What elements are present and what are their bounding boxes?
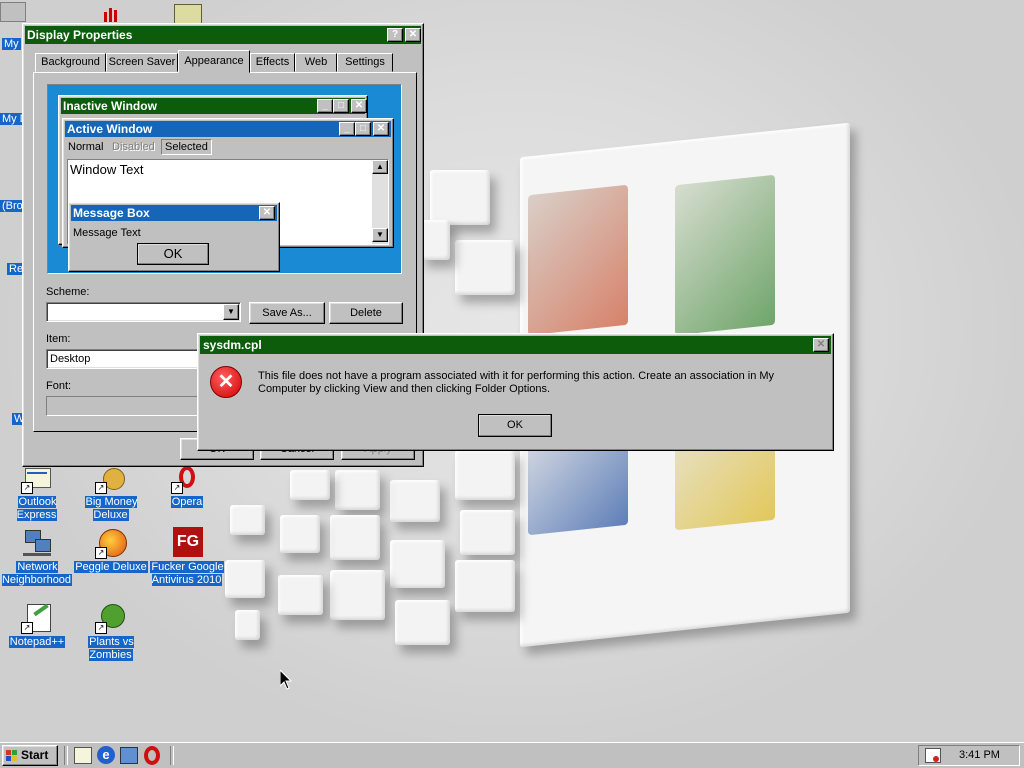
pvz-shortcut[interactable]: ↗ Plants vs Zombies xyxy=(74,602,148,662)
font-select[interactable] xyxy=(46,396,206,416)
display-properties-titlebar[interactable]: Display Properties ? ✕ xyxy=(25,26,421,44)
preview-active-minimize-icon: _ xyxy=(339,122,355,136)
error-ok-button[interactable]: OK xyxy=(478,414,552,437)
scheme-select[interactable]: ▼ xyxy=(46,302,241,322)
tab-web[interactable]: Web xyxy=(295,53,337,72)
scroll-up-icon: ▲ xyxy=(372,160,388,174)
preview-menu-normal: Normal xyxy=(68,141,104,153)
preview-scrollbar: ▲ ▼ xyxy=(372,160,388,244)
clock[interactable]: 3:41 PM xyxy=(959,749,1000,761)
opera-label: Opera xyxy=(170,496,204,508)
error-dialog: sysdm.cpl ✕ ✕ This file does not have a … xyxy=(197,333,834,451)
mouse-cursor-icon xyxy=(280,670,292,690)
start-button[interactable]: Start xyxy=(2,745,58,766)
scroll-down-icon: ▼ xyxy=(372,228,388,242)
scheme-dropdown-icon[interactable]: ▼ xyxy=(223,304,239,320)
outlook-express-label: Outlook Express xyxy=(16,496,58,521)
error-icon: ✕ xyxy=(210,366,242,398)
preview-window-text: Window Text xyxy=(70,162,144,177)
preview-msgbox-title: Message Box xyxy=(73,206,150,220)
windows-logo-icon xyxy=(6,750,18,761)
taskbar-divider-2 xyxy=(170,746,174,765)
scheduler-tray-icon[interactable] xyxy=(925,748,941,763)
antivirus-icon: FG xyxy=(171,527,203,559)
preview-maximize-icon: □ xyxy=(333,99,349,113)
preview-inactive-titlebar: Inactive Window _ □ ✕ xyxy=(61,98,367,114)
preview-active-titlebar: Active Window _ □ ✕ xyxy=(65,121,391,137)
tab-effects[interactable]: Effects xyxy=(250,53,295,72)
notepad-icon: ↗ xyxy=(21,602,53,634)
error-message: This file does not have a program associ… xyxy=(258,370,775,395)
antivirus-label: Fucker Google Antivirus 2010 xyxy=(150,561,224,586)
big-money-shortcut[interactable]: ↗ Big Money Deluxe xyxy=(74,462,148,522)
taskbar: Start e 3:41 PM xyxy=(0,742,1024,768)
outlook-express-icon[interactable] xyxy=(74,747,92,764)
help-button[interactable]: ? xyxy=(387,28,403,42)
top-icon-chart[interactable] xyxy=(100,4,126,22)
preview-active-maximize-icon: □ xyxy=(355,122,371,136)
big-money-label: Big Money Deluxe xyxy=(84,496,138,521)
item-value: Desktop xyxy=(50,353,91,365)
item-select[interactable]: Desktop xyxy=(46,349,206,369)
tab-settings[interactable]: Settings xyxy=(337,53,393,72)
outlook-express-shortcut[interactable]: ↗ Outlook Express xyxy=(0,462,74,522)
error-dialog-titlebar[interactable]: sysdm.cpl ✕ xyxy=(200,336,831,354)
error-dialog-close-button[interactable]: ✕ xyxy=(813,338,829,352)
preview-close-icon: ✕ xyxy=(351,99,367,113)
taskbar-divider xyxy=(64,746,68,765)
preview-msgbox-text: Message Text xyxy=(73,227,141,239)
preview-msgbox-titlebar: Message Box ✕ xyxy=(71,205,277,221)
preview-active-close-icon: ✕ xyxy=(373,122,389,136)
font-label: Font: xyxy=(46,380,72,392)
network-neighborhood-shortcut[interactable]: Network Neighborhood xyxy=(0,527,74,587)
preview-menu-disabled: Disabled xyxy=(112,141,155,153)
left-label-0[interactable]: My xyxy=(2,38,21,50)
start-label: Start xyxy=(21,748,49,762)
notepad-shortcut[interactable]: ↗ Notepad++ xyxy=(0,602,74,649)
preview-menu-selected: Selected xyxy=(161,139,212,155)
pvz-icon: ↗ xyxy=(95,602,127,634)
item-label: Item: xyxy=(46,333,71,345)
preview-inactive-title: Inactive Window xyxy=(63,99,157,113)
my-computer-icon[interactable] xyxy=(0,2,26,22)
show-desktop-icon[interactable] xyxy=(120,747,138,764)
scheme-label: Scheme: xyxy=(46,286,90,298)
tab-screen-saver[interactable]: Screen Saver xyxy=(106,53,178,72)
error-dialog-title: sysdm.cpl xyxy=(203,338,262,352)
appearance-preview[interactable]: Inactive Window _ □ ✕ Active Window _ □ … xyxy=(47,84,402,274)
peggle-shortcut[interactable]: ↗ Peggle Deluxe xyxy=(74,527,148,574)
display-properties-title: Display Properties xyxy=(27,28,133,42)
preview-msgbox-close-icon: ✕ xyxy=(259,206,275,220)
network-neighborhood-label: Network Neighborhood xyxy=(1,561,73,586)
preview-message-box: Message Box ✕ Message Text OK xyxy=(68,202,280,272)
tab-appearance[interactable]: Appearance xyxy=(178,50,250,73)
tab-background[interactable]: Background xyxy=(35,53,106,72)
system-tray: 3:41 PM xyxy=(918,745,1020,766)
internet-explorer-icon[interactable]: e xyxy=(97,746,115,764)
peggle-label: Peggle Deluxe xyxy=(74,561,148,573)
preview-active-title: Active Window xyxy=(67,122,153,136)
delete-button[interactable]: Delete xyxy=(329,302,403,324)
preview-minimize-icon: _ xyxy=(317,99,333,113)
antivirus-shortcut[interactable]: FG Fucker Google Antivirus 2010 xyxy=(150,527,224,587)
close-button[interactable]: ✕ xyxy=(405,28,421,42)
opera-icon[interactable] xyxy=(144,746,160,765)
network-icon xyxy=(21,527,53,559)
pvz-label: Plants vs Zombies xyxy=(88,636,134,661)
notepad-label: Notepad++ xyxy=(8,636,66,648)
preview-ok-button: OK xyxy=(137,243,209,265)
save-as-button[interactable]: Save As... xyxy=(249,302,325,324)
opera-shortcut[interactable]: ↗ Opera xyxy=(150,462,224,509)
peggle-icon: ↗ xyxy=(95,527,127,559)
